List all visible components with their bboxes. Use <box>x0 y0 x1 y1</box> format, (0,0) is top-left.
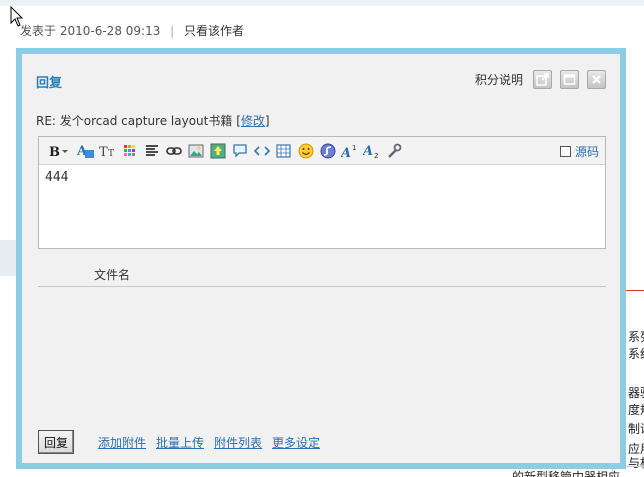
source-toggle[interactable]: 源码 <box>559 143 599 160</box>
page-text-fragment: 器驱 <box>628 386 644 400</box>
file-list-divider <box>38 286 606 287</box>
reply-editor: B A TT A 1 A 2 源码 444 <box>38 136 606 249</box>
superscript-icon[interactable]: A1 <box>340 141 359 161</box>
attachment-links: 添加附件 批量上传 附件列表 更多设定 <box>98 434 320 451</box>
image-icon[interactable] <box>186 141 205 161</box>
batch-upload-link[interactable]: 批量上传 <box>156 434 204 451</box>
page-text-fragment: 系统 <box>628 347 644 361</box>
mouse-cursor-icon <box>10 6 24 27</box>
svg-text:1: 1 <box>352 144 356 152</box>
subscript-icon[interactable]: A2 <box>362 141 381 161</box>
svg-text:A: A <box>341 146 351 159</box>
page-text-fragment: 度规 <box>628 403 644 417</box>
reply-dialog: 回复 积分说明 RE: 发个orcad capture layout书籍 [修改… <box>16 48 626 469</box>
font-size-icon[interactable]: TT <box>98 141 117 161</box>
table-icon[interactable] <box>274 141 293 161</box>
quote-icon[interactable] <box>230 141 249 161</box>
source-checkbox[interactable] <box>559 146 571 157</box>
font-color-icon[interactable]: A <box>76 141 95 161</box>
maximize-button[interactable] <box>560 70 579 89</box>
file-name-header: 文件名 <box>94 268 131 282</box>
code-icon[interactable] <box>252 141 271 161</box>
svg-text:T: T <box>99 145 108 159</box>
svg-text:2: 2 <box>374 152 378 159</box>
flash-icon[interactable] <box>318 141 337 161</box>
bold-icon[interactable]: B <box>47 141 73 161</box>
edit-subject-link[interactable]: 修改 <box>241 114 265 128</box>
only-author-link[interactable]: 只看该作者 <box>184 24 244 38</box>
page-text-fragment: 系列 <box>628 330 644 344</box>
page-text-fragment: 制说 <box>628 422 644 436</box>
smiley-icon[interactable] <box>296 141 315 161</box>
editor-content-area[interactable]: 444 <box>39 165 605 190</box>
popout-icon <box>536 73 549 86</box>
posted-time: 2010-6-28 09:13 <box>59 24 161 38</box>
editor-toolbar: B A TT A 1 A 2 源码 <box>39 137 605 165</box>
tools-icon[interactable] <box>384 141 403 161</box>
subject-text: RE: 发个orcad capture layout书籍 <box>36 114 233 128</box>
separator: | <box>170 24 175 38</box>
link-icon[interactable] <box>164 141 183 161</box>
reply-subject: RE: 发个orcad capture layout书籍 [修改] <box>36 114 270 128</box>
page-divider <box>626 290 644 291</box>
reply-submit-button[interactable]: 回复 <box>38 430 74 454</box>
page-text-fragment: 的新型移管中器相应 <box>512 470 621 477</box>
color-grid-icon[interactable] <box>120 141 139 161</box>
svg-text:B: B <box>49 145 60 158</box>
page-top-band <box>0 0 644 6</box>
upload-image-icon[interactable] <box>208 141 227 161</box>
close-icon <box>592 75 601 84</box>
close-button[interactable] <box>587 70 606 89</box>
add-attachment-link[interactable]: 添加附件 <box>98 434 146 451</box>
attachment-list-link[interactable]: 附件列表 <box>214 434 262 451</box>
source-label[interactable]: 源码 <box>575 143 599 160</box>
svg-text:A: A <box>363 144 373 159</box>
popout-button[interactable] <box>533 70 552 89</box>
post-meta: 发表于 2010-6-28 09:13 | 只看该作者 <box>20 22 244 39</box>
dialog-tools: 积分说明 <box>475 70 606 89</box>
points-info-link[interactable]: 积分说明 <box>475 71 523 88</box>
align-icon[interactable] <box>142 141 161 161</box>
page-side-band <box>0 240 16 276</box>
maximize-icon <box>563 74 576 85</box>
more-settings-link[interactable]: 更多设定 <box>272 434 320 451</box>
svg-text:T: T <box>108 149 114 159</box>
dialog-title: 回复 <box>36 76 63 91</box>
